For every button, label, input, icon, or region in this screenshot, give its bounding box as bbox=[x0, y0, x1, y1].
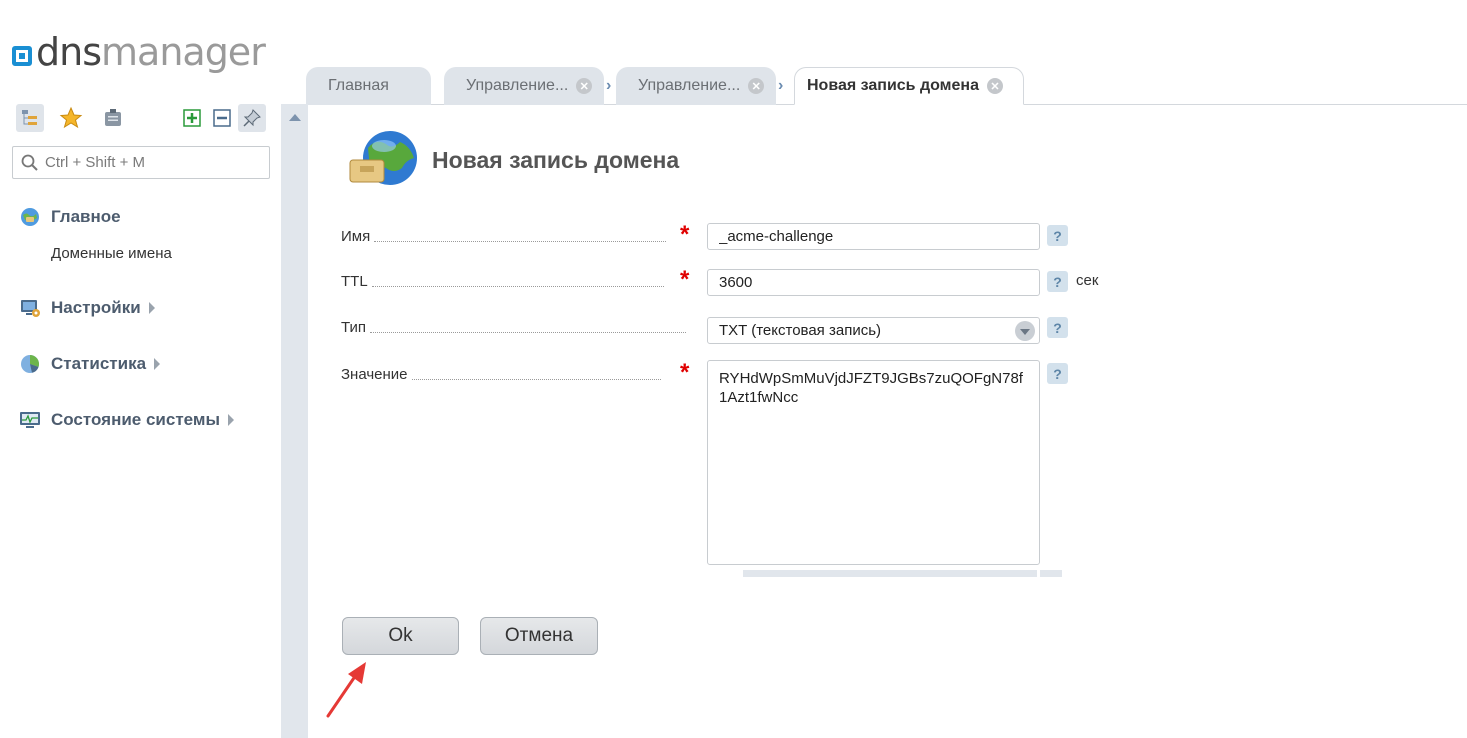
ok-button[interactable]: Ok bbox=[342, 617, 459, 655]
field-label-value-text: Значение bbox=[341, 366, 408, 383]
menu-search[interactable] bbox=[12, 146, 270, 179]
menu-section-settings-label: Настройки bbox=[51, 298, 141, 317]
help-icon[interactable]: ? bbox=[1047, 225, 1068, 246]
field-label-type-text: Тип bbox=[341, 319, 367, 336]
expand-arrow-icon bbox=[154, 358, 161, 370]
help-icon[interactable]: ? bbox=[1047, 317, 1068, 338]
ttl-input[interactable] bbox=[707, 269, 1040, 296]
label-dots bbox=[411, 379, 661, 380]
close-icon[interactable]: ✕ bbox=[986, 78, 1003, 94]
clipboard-icon[interactable] bbox=[99, 104, 127, 132]
field-label-ttl-text: TTL bbox=[341, 273, 368, 290]
expand-arrow-icon bbox=[148, 302, 155, 314]
settings-monitor-icon bbox=[18, 296, 42, 320]
tab-manage-1[interactable]: Управление... ✕ bbox=[444, 67, 604, 105]
field-label-value: Значение bbox=[341, 366, 661, 383]
menu-section-main[interactable]: Главное bbox=[18, 205, 121, 229]
close-icon[interactable]: ✕ bbox=[576, 78, 593, 94]
menu-section-statistics-label: Статистика bbox=[51, 354, 147, 373]
chevron-right-icon: › bbox=[778, 77, 784, 94]
tab-home[interactable]: Главная bbox=[306, 67, 431, 105]
label-dots bbox=[374, 241, 667, 242]
tab-manage-2-label: Управление... bbox=[638, 77, 741, 94]
menu-section-system-status-label: Состояние системы bbox=[51, 410, 220, 429]
field-label-name-text: Имя bbox=[341, 228, 371, 245]
sidebar-splitter[interactable] bbox=[281, 104, 308, 738]
page-title: Новая запись домена bbox=[432, 147, 680, 173]
tab-manage-2[interactable]: Управление... ✕ bbox=[616, 67, 776, 105]
system-monitor-icon bbox=[18, 408, 42, 432]
type-select-value: TXT (текстовая запись) bbox=[719, 322, 882, 339]
name-input[interactable] bbox=[707, 223, 1040, 250]
chevron-down-icon[interactable] bbox=[1015, 320, 1035, 341]
field-label-type: Тип bbox=[341, 319, 687, 336]
help-icon[interactable]: ? bbox=[1047, 271, 1068, 292]
menu-section-settings[interactable]: Настройки bbox=[18, 296, 155, 320]
home-globe-icon bbox=[18, 205, 42, 229]
logo-text-manager: manager bbox=[101, 30, 266, 74]
label-dots bbox=[370, 332, 687, 333]
required-marker: * bbox=[680, 359, 690, 386]
cancel-button[interactable]: Отмена bbox=[480, 617, 598, 655]
ttl-unit: сек bbox=[1076, 272, 1099, 289]
collapse-up-icon[interactable] bbox=[289, 114, 301, 121]
tab-new-domain-record[interactable]: Новая запись домена ✕ bbox=[794, 67, 1024, 105]
help-icon[interactable]: ? bbox=[1047, 363, 1068, 384]
pin-icon[interactable] bbox=[238, 104, 266, 132]
tab-new-domain-record-label: Новая запись домена bbox=[807, 77, 979, 94]
logo-text-dns: dns bbox=[36, 30, 102, 74]
tab-home-label: Главная bbox=[328, 77, 389, 94]
close-icon[interactable]: ✕ bbox=[748, 78, 765, 94]
label-dots bbox=[371, 286, 664, 287]
search-icon bbox=[21, 154, 38, 171]
type-select[interactable]: TXT (текстовая запись) bbox=[707, 317, 1040, 344]
favorites-star-icon[interactable] bbox=[57, 104, 85, 132]
expand-arrow-icon bbox=[227, 414, 234, 426]
search-input[interactable] bbox=[45, 154, 265, 171]
required-marker: * bbox=[680, 266, 690, 293]
collapse-all-icon[interactable] bbox=[208, 104, 236, 132]
value-textarea[interactable]: RYHdWpSmMuVjdJFZT9JGBs7zuQOFgN78f1Azt1fw… bbox=[707, 360, 1040, 565]
field-label-ttl: TTL bbox=[341, 273, 664, 290]
tree-view-icon[interactable] bbox=[16, 104, 44, 132]
expand-all-icon[interactable] bbox=[178, 104, 206, 132]
menu-item-domain-names[interactable]: Доменные имена bbox=[51, 245, 172, 262]
tab-bar: Главная Управление... ✕ › Управление... … bbox=[300, 67, 1467, 105]
textarea-resize-bar[interactable] bbox=[743, 570, 1037, 577]
menu-section-statistics[interactable]: Статистика bbox=[18, 352, 161, 376]
logo-mark-icon bbox=[12, 46, 32, 66]
app-logo: dns manager bbox=[12, 28, 266, 76]
menu-section-main-label: Главное bbox=[51, 207, 121, 226]
annotation-arrow-icon bbox=[326, 662, 366, 718]
menu-section-system-status[interactable]: Состояние системы bbox=[18, 408, 234, 432]
tab-manage-1-label: Управление... bbox=[466, 77, 569, 94]
textarea-resize-handle[interactable] bbox=[1040, 570, 1062, 577]
field-label-name: Имя bbox=[341, 228, 667, 245]
domain-record-icon bbox=[346, 128, 422, 197]
required-marker: * bbox=[680, 221, 690, 248]
chevron-right-icon: › bbox=[606, 77, 612, 94]
stats-pie-icon bbox=[18, 352, 42, 376]
